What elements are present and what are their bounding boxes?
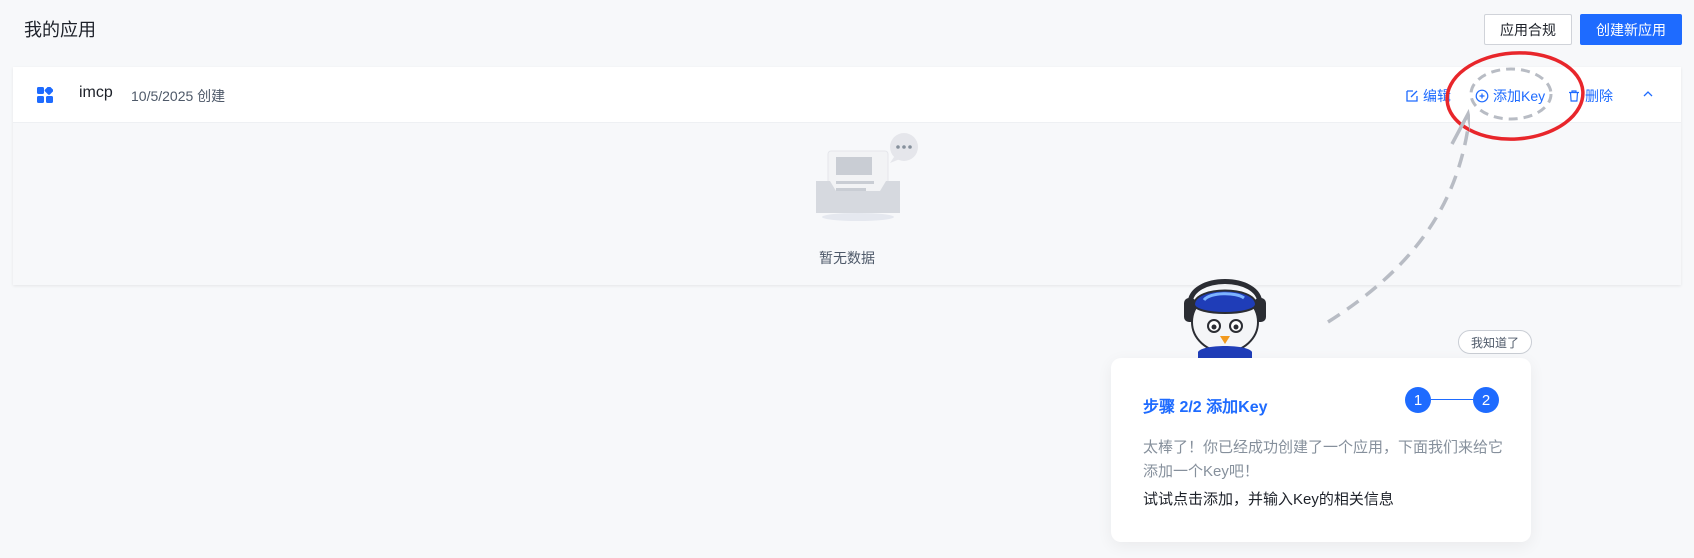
step-indicator: 1 2: [1405, 387, 1499, 413]
grid-app-icon: [37, 87, 53, 103]
tour-description: 太棒了！你已经成功创建了一个应用，下面我们来给它添加一个Key吧！: [1143, 439, 1504, 480]
step-connector: [1431, 399, 1473, 400]
got-it-button[interactable]: 我知道了: [1458, 330, 1532, 354]
chevron-up-icon: [1643, 91, 1653, 97]
step-dot-1: 1: [1405, 387, 1431, 413]
collapse-toggle[interactable]: [1641, 87, 1655, 101]
onboarding-tour-card: 步骤 2/2 添加Key 1 2 太棒了！你已经成功创建了一个应用，下面我们来给…: [1111, 358, 1531, 542]
delete-label: 删除: [1585, 88, 1613, 104]
tour-title: 步骤 2/2 添加Key: [1143, 399, 1268, 416]
empty-inbox-icon: [816, 133, 918, 221]
page-title: 我的应用: [24, 20, 96, 40]
guide-arrow: [1327, 108, 1470, 324]
app-compliance-button[interactable]: 应用合规: [1484, 14, 1572, 45]
app-name: imcp: [79, 84, 113, 101]
create-app-button[interactable]: 创建新应用: [1580, 14, 1682, 45]
app-created-date: 10/5/2025 创建: [131, 88, 226, 104]
step-dot-2: 2: [1473, 387, 1499, 413]
tour-hint: 试试点击添加，并输入Key的相关信息: [1143, 491, 1394, 508]
mascot-icon: [1184, 279, 1266, 360]
